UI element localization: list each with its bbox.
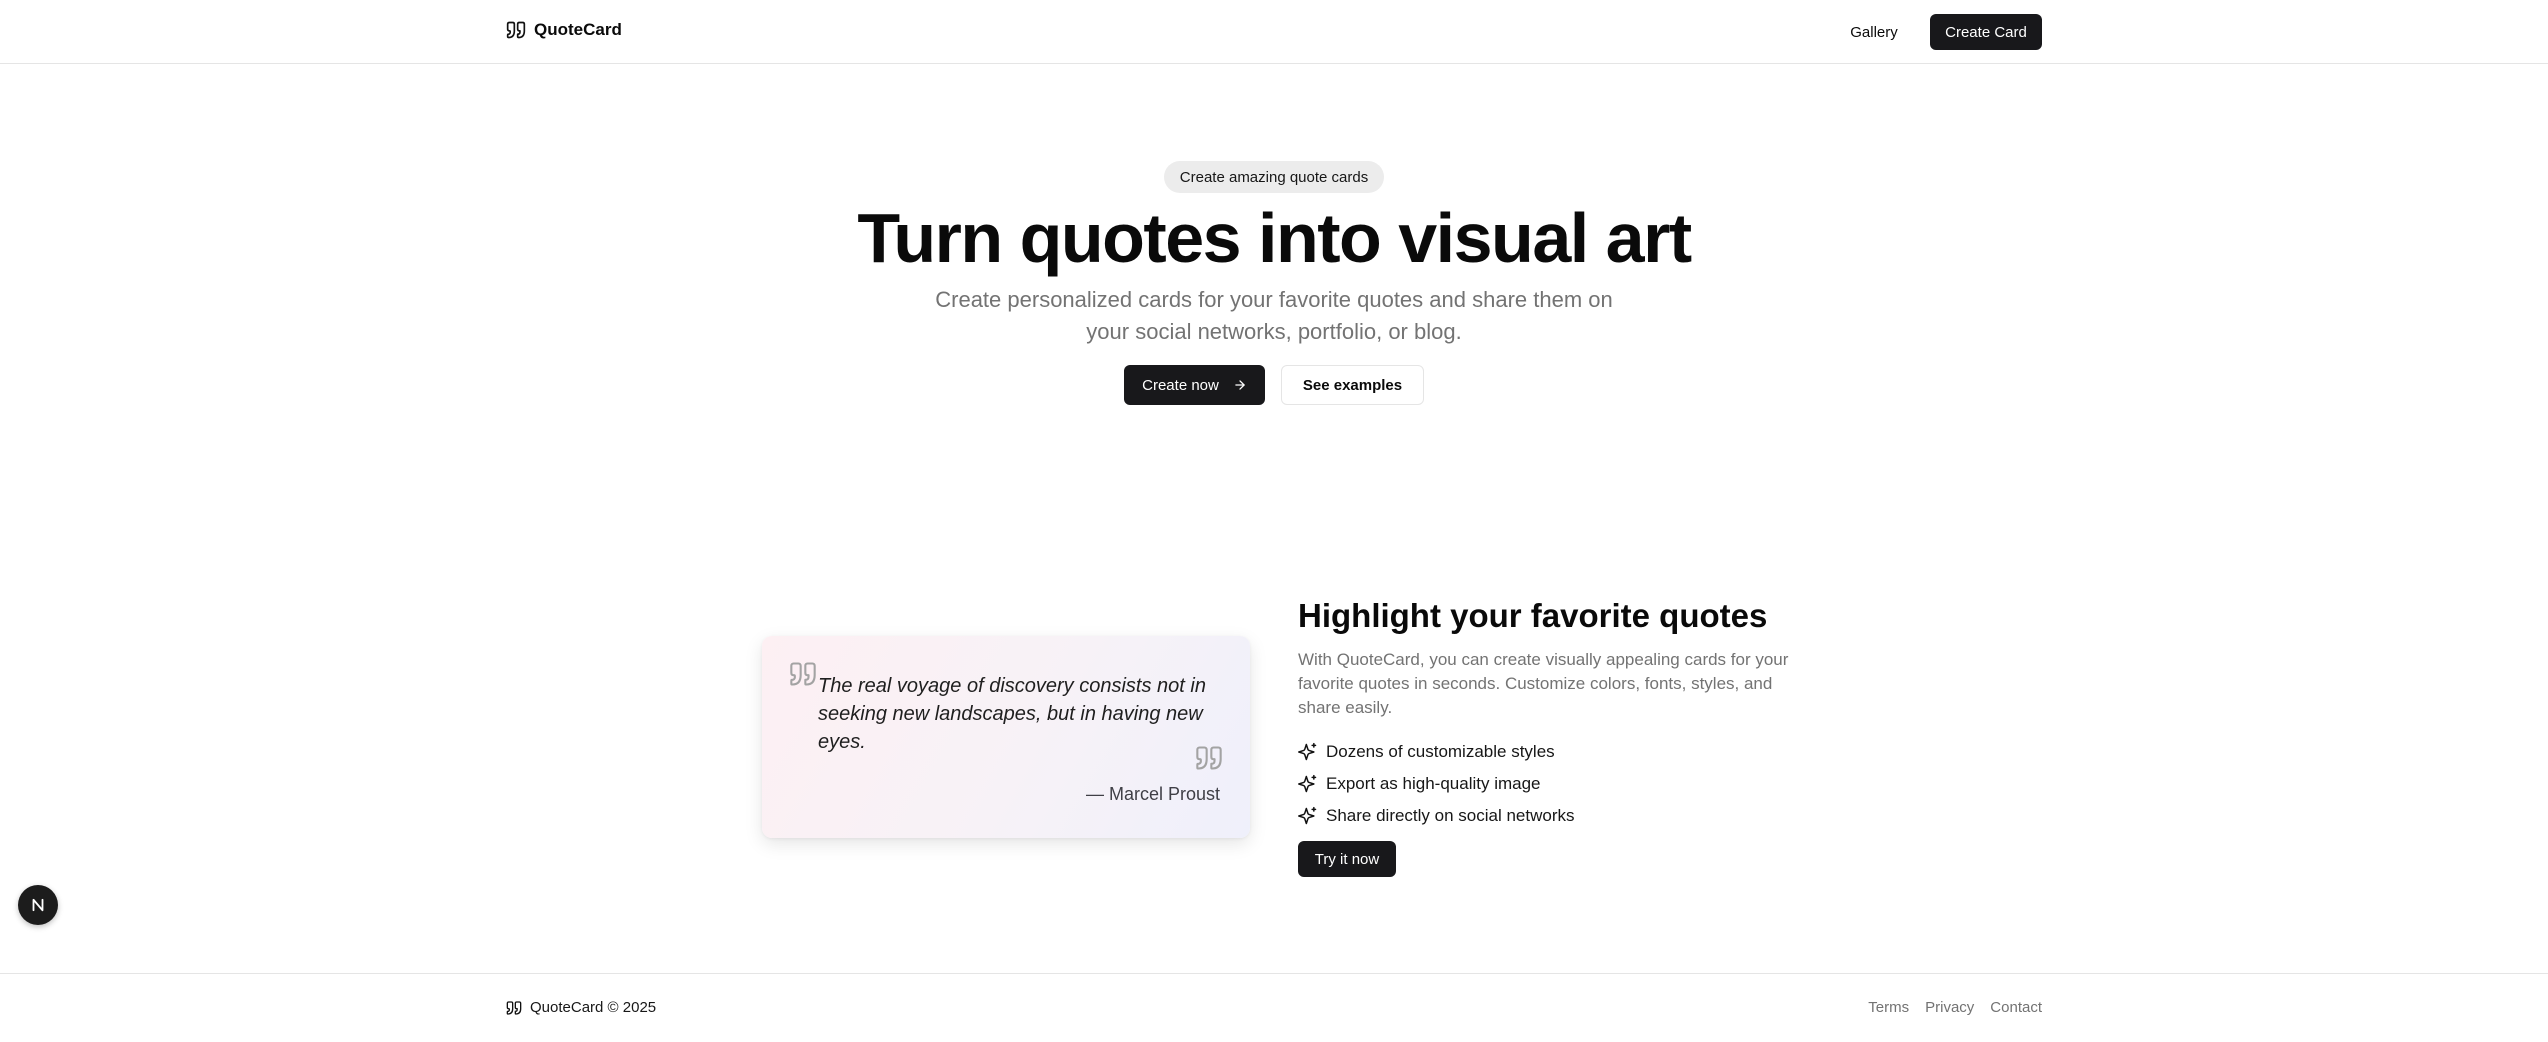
quote-icon xyxy=(506,20,526,40)
create-now-button[interactable]: Create now xyxy=(1124,365,1265,405)
quote-icon xyxy=(506,1000,522,1016)
quote-author: — Marcel Proust xyxy=(1085,784,1220,804)
site-header: QuoteCard Gallery Create Card xyxy=(0,0,2548,64)
see-examples-button[interactable]: See examples xyxy=(1281,365,1424,405)
quote-open-icon xyxy=(788,660,818,688)
feature-item-label: Dozens of customizable styles xyxy=(1326,742,1555,761)
feature-item-label: Export as high-quality image xyxy=(1326,774,1541,793)
hero-title: Turn quotes into visual art xyxy=(857,199,1692,277)
create-card-button[interactable]: Create Card xyxy=(1930,14,2042,50)
feature-description: With QuoteCard, you can create visually … xyxy=(1298,650,1789,717)
feature-item: Share directly on social networks xyxy=(1298,800,1575,832)
quote-card-preview: The real voyage of discovery consists no… xyxy=(762,636,1250,838)
footer-links: Terms Privacy Contact xyxy=(1868,999,2042,1016)
brand-logo-link[interactable]: QuoteCard xyxy=(506,20,622,40)
quote-close-icon xyxy=(1194,744,1224,772)
feature-title: Highlight your favorite quotes xyxy=(1298,597,1768,634)
sparkles-icon xyxy=(1298,742,1318,762)
footer-link-privacy[interactable]: Privacy xyxy=(1925,999,1974,1016)
footer-link-terms[interactable]: Terms xyxy=(1868,999,1909,1016)
hero-badge: Create amazing quote cards xyxy=(1164,161,1384,193)
try-it-now-button[interactable]: Try it now xyxy=(1298,841,1396,877)
feature-item: Export as high-quality image xyxy=(1298,768,1575,800)
brand-name: QuoteCard xyxy=(534,20,622,39)
feature-item: Dozens of customizable styles xyxy=(1298,736,1575,768)
site-footer: QuoteCard © 2025 Terms Privacy Contact xyxy=(0,973,2548,1042)
create-now-label: Create now xyxy=(1142,376,1219,394)
feature-list: Dozens of customizable styles Export as … xyxy=(1298,736,1575,832)
sparkles-icon xyxy=(1298,774,1318,794)
footer-brand: QuoteCard © 2025 xyxy=(506,999,656,1016)
feature-item-label: Share directly on social networks xyxy=(1326,806,1575,825)
quote-text: The real voyage of discovery consists no… xyxy=(818,675,1206,753)
nav-gallery-link[interactable]: Gallery xyxy=(1838,14,1910,50)
n-logo-icon xyxy=(29,896,47,914)
sparkles-icon xyxy=(1298,806,1318,826)
footer-copyright: QuoteCard © 2025 xyxy=(530,999,657,1016)
arrow-right-icon xyxy=(1233,378,1247,392)
hero-subtitle: Create personalized cards for your favor… xyxy=(935,287,1613,344)
footer-link-contact[interactable]: Contact xyxy=(1990,999,2042,1016)
floating-n-badge[interactable] xyxy=(18,885,58,925)
